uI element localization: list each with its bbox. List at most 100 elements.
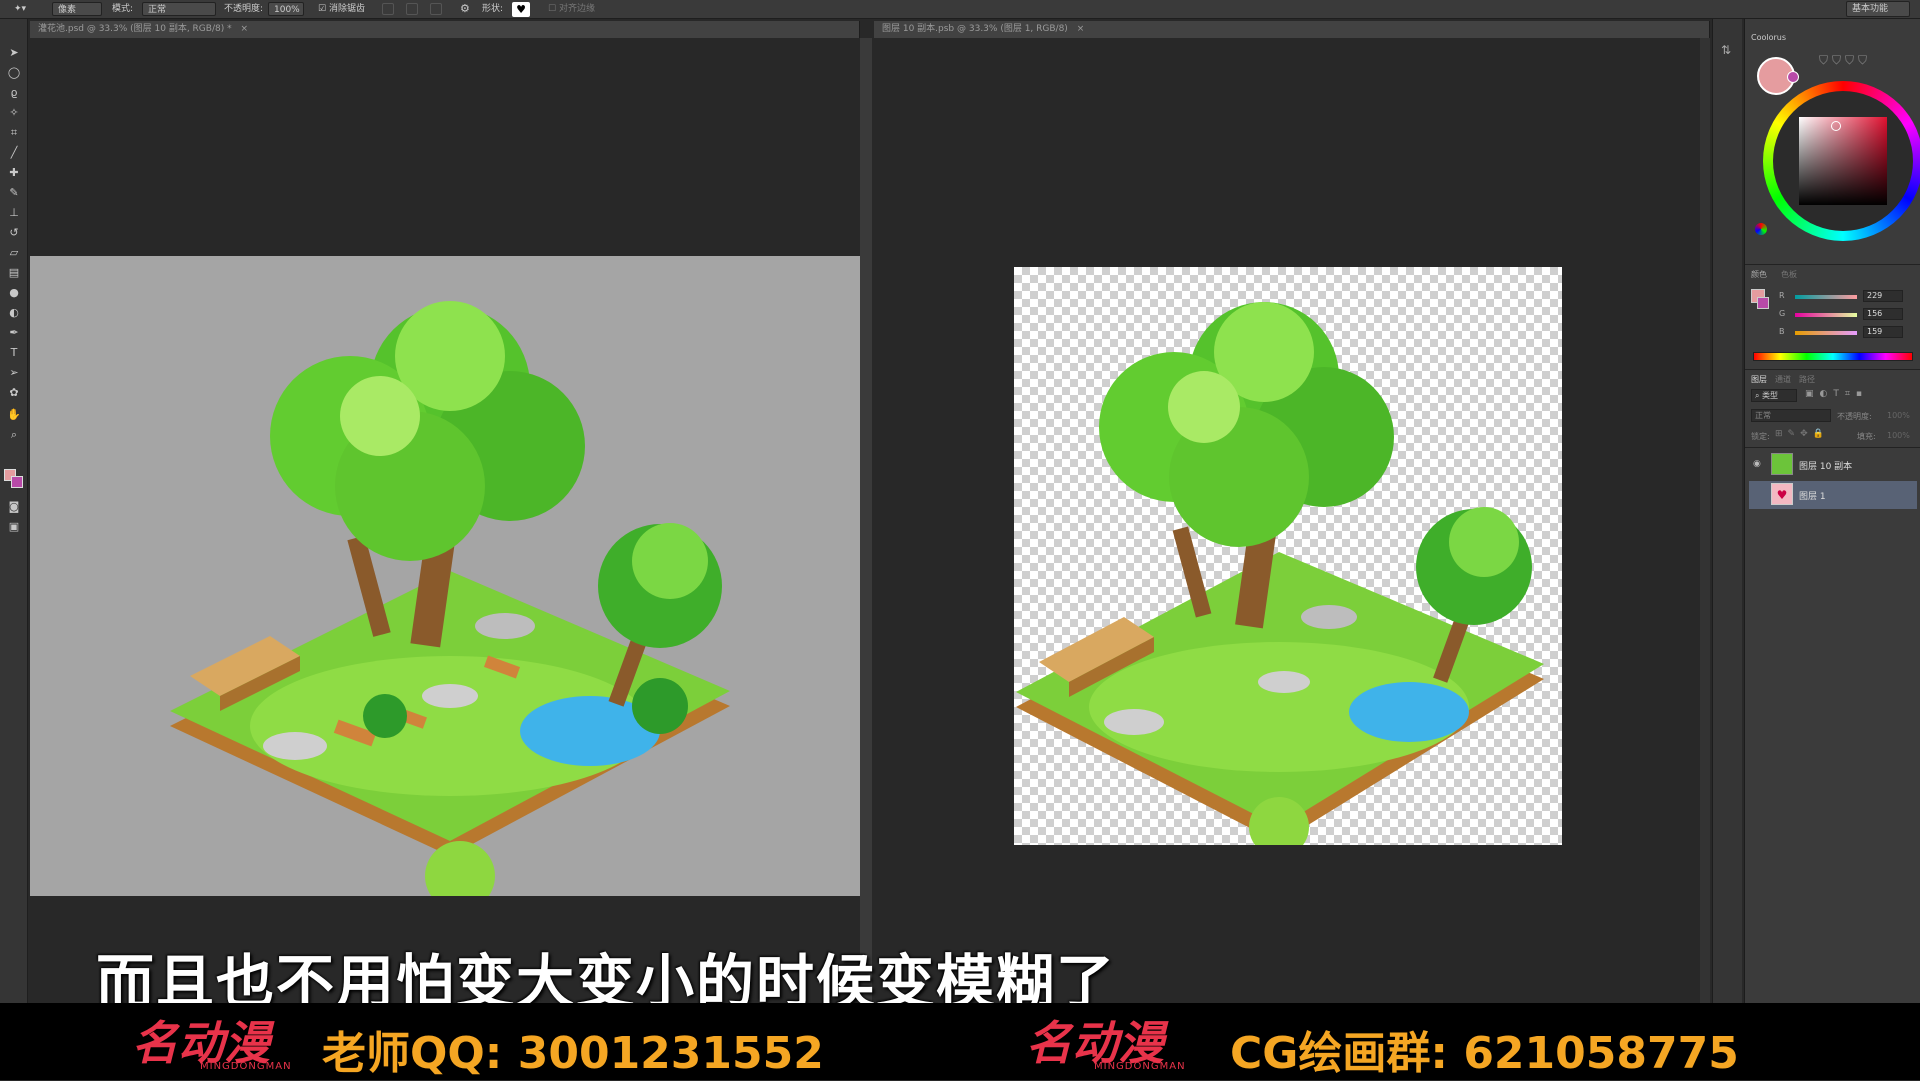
cg-group-text: CG绘画群: 621058775 xyxy=(1230,1028,1739,1079)
channel-r-value[interactable]: 229 xyxy=(1863,290,1903,302)
layer-row-1-selected[interactable]: ♥ 图层 1 xyxy=(1749,481,1917,509)
tab-paths[interactable]: 路径 xyxy=(1799,374,1815,385)
tab-layers[interactable]: 图层 xyxy=(1751,374,1767,385)
layer-name: 图层 10 副本 xyxy=(1799,462,1853,472)
isometric-garden-artwork-copy xyxy=(1016,302,1544,857)
options-bar: ✦▾ 像素 模式: 正常 不透明度: 100% ☑ 消除锯齿 ⚙ 形状: ♥ ☐… xyxy=(0,0,1920,19)
eye-icon[interactable]: ◉ xyxy=(1753,459,1761,469)
background-color-swatch[interactable] xyxy=(11,476,23,488)
workspace-switcher[interactable]: 基本功能 xyxy=(1846,1,1910,17)
quick-mask-icon[interactable]: ◙ xyxy=(5,499,23,515)
layer-filter-icons[interactable]: ▣◐T⌗▪ xyxy=(1805,389,1868,399)
type-tool-icon[interactable]: T xyxy=(5,345,23,361)
fill-value[interactable]: 100% xyxy=(1887,431,1910,440)
move-tool-icon[interactable]: ➤ xyxy=(5,45,23,61)
channel-r-label: R xyxy=(1779,291,1785,300)
layer-row-0[interactable]: ◉ 图层 10 副本 xyxy=(1749,451,1917,479)
dodge-tool-icon[interactable]: ◐ xyxy=(5,305,23,321)
heart-shape-picker-icon[interactable]: ♥ xyxy=(512,2,530,17)
color-wheel[interactable] xyxy=(1763,81,1920,241)
layer-filter-select[interactable]: ⌕ 类型 xyxy=(1751,389,1797,402)
color-spectrum-bar[interactable] xyxy=(1753,352,1913,361)
teacher-qq-text: 老师QQ: 3001231552 xyxy=(322,1028,824,1079)
layer-blend-mode-select[interactable]: 正常 xyxy=(1751,409,1831,422)
channel-b-slider[interactable] xyxy=(1795,331,1857,335)
layer-opacity-value[interactable]: 100% xyxy=(1887,411,1910,420)
channel-g-value[interactable]: 156 xyxy=(1863,308,1903,320)
tool-preset-icon[interactable]: ✦▾ xyxy=(14,2,26,16)
channel-r-slider[interactable] xyxy=(1795,295,1857,299)
document-pane-2[interactable] xyxy=(874,38,1700,1003)
history-panel-icon[interactable]: ⇅ xyxy=(1721,43,1731,57)
heart-layer-thumbnail: ♥ xyxy=(1771,483,1793,505)
custom-shape-tool-icon[interactable]: ✿ xyxy=(5,385,23,401)
history-brush-icon[interactable]: ↺ xyxy=(5,225,23,241)
channel-b-value[interactable]: 159 xyxy=(1863,326,1903,338)
hand-tool-icon[interactable]: ✋ xyxy=(5,407,23,423)
lasso-tool-icon[interactable]: ϱ xyxy=(5,85,23,101)
divider-scrollbar[interactable] xyxy=(860,38,872,1003)
gear-icon[interactable]: ⚙ xyxy=(460,2,470,16)
layer-thumbnail xyxy=(1771,453,1793,475)
blur-tool-icon[interactable]: ● xyxy=(5,285,23,301)
marquee-tool-icon[interactable]: ◯ xyxy=(5,65,23,81)
tab-channels[interactable]: 通道 xyxy=(1775,374,1791,385)
healing-brush-icon[interactable]: ✚ xyxy=(5,165,23,181)
brush-tool-icon[interactable]: ✎ xyxy=(5,185,23,201)
screen-mode-icon[interactable]: ▣ xyxy=(5,519,23,535)
lock-icons[interactable]: ⊞✎✥🔒 xyxy=(1775,429,1829,439)
color-mode-toggle-icon[interactable] xyxy=(1755,223,1767,235)
crop-tool-icon[interactable]: ⌗ xyxy=(5,125,23,141)
isometric-garden-artwork xyxy=(170,301,730,911)
fill-label: 填充: xyxy=(1857,432,1876,441)
pixel-mode-select[interactable]: 像素 xyxy=(52,2,102,16)
channel-g-slider[interactable] xyxy=(1795,313,1857,317)
eyedropper-icon[interactable]: ╱ xyxy=(5,145,23,161)
path-arrange-icon[interactable] xyxy=(430,3,442,15)
mode-label: 模式: xyxy=(112,4,134,14)
tab-color[interactable]: 颜色 xyxy=(1751,269,1767,280)
shape-label: 形状: xyxy=(482,4,504,14)
lock-label: 锁定: xyxy=(1751,432,1770,441)
coolorus-mode-icons[interactable]: ⛉⛉⛉⛉ xyxy=(1819,53,1871,68)
coolorus-panel-title: Coolorus xyxy=(1751,33,1787,42)
color-picker-cursor[interactable] xyxy=(1831,121,1841,131)
tab-swatches[interactable]: 色板 xyxy=(1781,269,1797,280)
document-pane-1[interactable] xyxy=(30,38,860,1003)
eraser-tool-icon[interactable]: ▱ xyxy=(5,245,23,261)
layer-opacity-label: 不透明度: xyxy=(1837,412,1872,421)
pen-tool-icon[interactable]: ✒ xyxy=(5,325,23,341)
document-tab-1[interactable]: 灌花池.psd @ 33.3% (图层 10 副本, RGB/8) * × xyxy=(30,21,860,38)
close-icon[interactable]: × xyxy=(240,24,248,34)
gradient-tool-icon[interactable]: ▤ xyxy=(5,265,23,281)
document-tab-2-title: 图层 10 副本.psb @ 33.3% (图层 1, RGB/8) xyxy=(882,24,1068,34)
canvas-2-transparent[interactable] xyxy=(1014,267,1562,857)
layer-name: 图层 1 xyxy=(1799,492,1826,502)
brand-logo-subtext: MINGDONGMAN xyxy=(200,1061,292,1072)
opacity-input[interactable]: 100% xyxy=(268,2,304,16)
document-tab-2[interactable]: 图层 10 副本.psb @ 33.3% (图层 1, RGB/8) × xyxy=(874,21,1710,38)
panel-dock: Coolorus ⛉⛉⛉⛉ 颜色 色板 R 229 G 156 B 159 图层… xyxy=(1744,19,1920,1009)
zoom-tool-icon[interactable]: ⌕ xyxy=(5,427,23,443)
color-saturation-square[interactable] xyxy=(1799,117,1887,205)
channel-b-label: B xyxy=(1779,327,1785,336)
panel-icon-strip: ⇅ xyxy=(1712,19,1742,1009)
stamp-tool-icon[interactable]: ⊥ xyxy=(5,205,23,221)
color-panel-bg-swatch[interactable] xyxy=(1757,297,1769,309)
path-align-icon[interactable] xyxy=(406,3,418,15)
opacity-label: 不透明度: xyxy=(224,4,264,14)
path-ops-icon[interactable] xyxy=(382,3,394,15)
antialias-checkbox[interactable]: ☑ 消除锯齿 xyxy=(318,2,365,16)
brand-logo-subtext-2: MINGDONGMAN xyxy=(1094,1061,1186,1072)
toolbar: ➤ ◯ ϱ ✧ ⌗ ╱ ✚ ✎ ⊥ ↺ ▱ ▤ ● ◐ ✒ T ➢ ✿ ✋ ⌕ … xyxy=(0,19,28,1080)
close-icon[interactable]: × xyxy=(1077,24,1085,34)
vertical-scrollbar[interactable] xyxy=(1700,38,1710,1003)
path-selection-icon[interactable]: ➢ xyxy=(5,365,23,381)
coolorus-background-swatch[interactable] xyxy=(1787,71,1799,83)
mode-select[interactable]: 正常 xyxy=(142,2,216,16)
magic-wand-icon[interactable]: ✧ xyxy=(5,105,23,121)
document-tab-1-title: 灌花池.psd @ 33.3% (图层 10 副本, RGB/8) * xyxy=(38,24,232,34)
align-edges-checkbox[interactable]: ☐ 对齐边缘 xyxy=(548,2,595,16)
canvas-1[interactable] xyxy=(30,256,860,911)
footer-banner: 名动漫 MINGDONGMAN 老师QQ: 3001231552 名动漫 MIN… xyxy=(0,1003,1920,1080)
